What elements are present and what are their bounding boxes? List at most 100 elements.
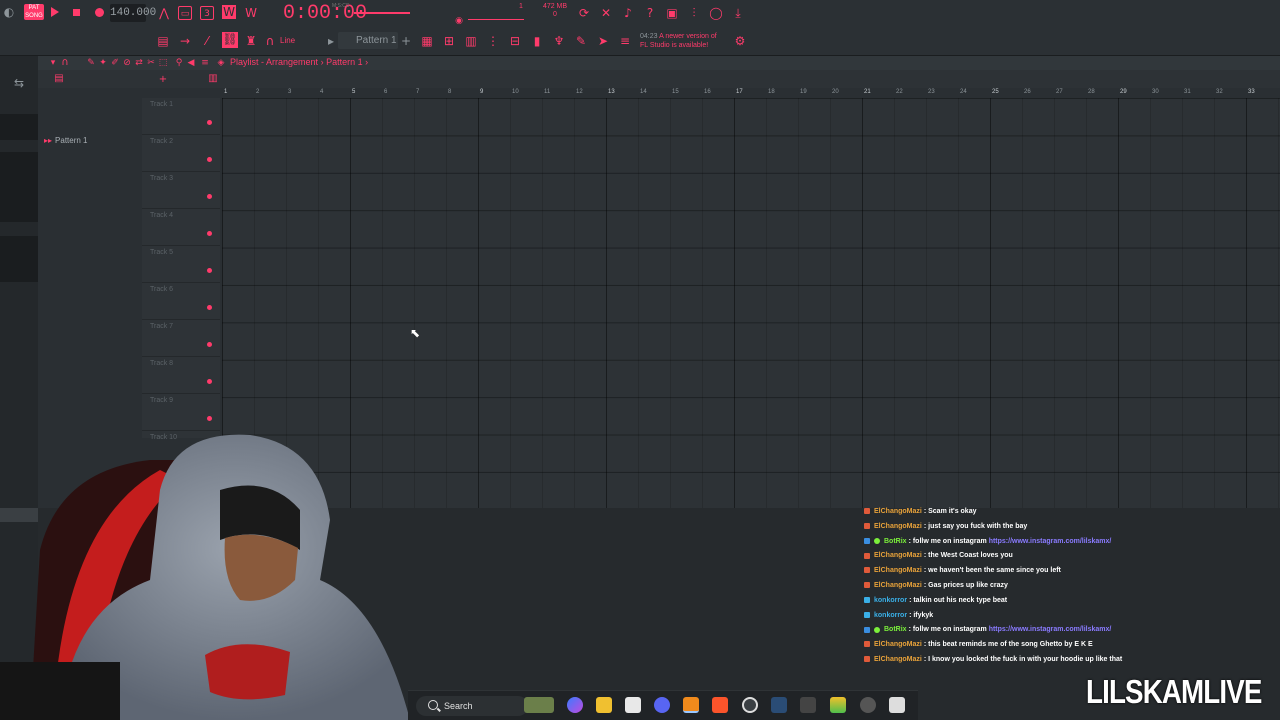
countdown-icon[interactable]: 3 [200,6,214,20]
help-icon[interactable]: ? [643,6,657,20]
pattern-selector[interactable]: Pattern 1 [338,32,398,49]
master-volume-slider[interactable] [354,12,410,14]
chat-icon[interactable]: ◯ [709,6,723,20]
steam-icon[interactable] [771,697,787,713]
pattern-add-icon[interactable]: + [399,34,413,48]
app-icon-3[interactable] [889,697,905,713]
chat-text: I know you locked the fuck in with your … [928,655,1123,663]
send-icon[interactable]: ➤ [596,34,610,48]
play-button[interactable] [51,7,59,17]
piano-roll-icon[interactable]: ⊞ [442,34,456,48]
script-icon[interactable]: ✎ [574,34,588,48]
record-button[interactable] [95,8,104,17]
arrow-right-icon[interactable]: → [178,34,192,48]
save-icon[interactable]: ▣ [665,6,679,20]
list-icon[interactable]: ≡ [618,34,632,48]
tools-icon[interactable]: ✕ [599,6,613,20]
track-header[interactable]: Track 4 [142,209,220,246]
track-header[interactable]: Track 7 [142,320,220,357]
chat-link[interactable]: https://www.instagram.com/lilskamx/ [989,626,1112,633]
draw-icon[interactable]: ⁄ [200,34,214,48]
pat-song-toggle[interactable]: PAT SONG [24,4,44,20]
stamp-icon[interactable]: ♜ [244,34,258,48]
bar-number: 9 [480,89,484,95]
bar-number: 14 [640,89,647,95]
chat-link[interactable]: https://www.instagram.com/lilskamx/ [989,538,1112,545]
snap-selector[interactable]: Line [280,36,295,45]
settings-gear-icon[interactable]: ⚙ [733,34,747,48]
breadcrumb-arrangement[interactable]: Playlist - Arrangement [230,57,318,67]
plugin-db-icon[interactable]: ▮ [530,34,544,48]
microphone-arm [0,662,120,720]
track-mute-led[interactable] [207,305,212,310]
file-explorer-icon[interactable] [596,697,612,713]
magnet-snap-icon[interactable]: ∩ [58,56,72,70]
menu-tool-icon[interactable]: ≡ [198,56,212,70]
pitch-knob-icon[interactable]: ◉ [452,14,466,28]
select-tool-icon[interactable]: ⬚ [156,56,170,70]
app-icon-2[interactable] [860,697,876,713]
browser-icon[interactable]: ⊟ [508,34,522,48]
breadcrumb-pattern[interactable]: Pattern 1 [326,57,363,67]
mouse-cursor-icon: ⬉ [410,326,421,340]
browser-toggle-icon[interactable]: ⇆ [12,76,26,90]
pattern-picker-icon[interactable]: ▤ [52,72,66,86]
fl-studio-icon[interactable] [683,697,699,713]
track-mute-led[interactable] [207,342,212,347]
step-edit-icon[interactable]: W [244,6,258,20]
plugin-picker-icon[interactable]: ♆ [552,34,566,48]
mixer-icon[interactable]: ⫶ [687,6,701,20]
track-mute-led[interactable] [207,268,212,273]
picker-item-pattern-1[interactable]: ▸▸ Pattern 1 [44,136,88,145]
track-mute-led[interactable] [207,194,212,199]
track-header[interactable]: Track 8 [142,357,220,394]
track-header[interactable]: Track 9 [142,394,220,431]
channel-rack-icon[interactable]: ▥ [464,34,478,48]
microphone-icon[interactable]: ♪ [621,6,635,20]
track-header[interactable]: Track 1 [142,98,220,135]
app-icon[interactable] [800,697,816,713]
obs-icon[interactable] [742,697,758,713]
playback-tool-icon[interactable]: ◀ [184,56,198,70]
timeline-menu-icon[interactable]: ▥ [206,72,220,86]
update-notice[interactable]: 04:23 A newer version of FL Studio is av… [640,32,717,50]
discord-icon[interactable] [654,697,670,713]
download-icon[interactable]: ⤓ [731,6,745,20]
taskbar-search[interactable]: Search [416,696,528,716]
loop-record-icon[interactable]: W [222,5,236,19]
track-header[interactable]: Track 3 [142,172,220,209]
wait-input-icon[interactable]: ▭ [178,6,192,20]
tempo-display[interactable]: 140.000 [110,4,156,22]
track-mute-led[interactable] [207,157,212,162]
pattern-prev-icon[interactable]: ▸ [324,34,338,48]
fl-menu-icon[interactable]: ◐ [2,5,16,19]
magnet-icon[interactable]: ∩ [263,34,277,48]
playlist-icon[interactable]: ▦ [420,34,434,48]
bluestacks-icon[interactable] [830,697,846,713]
widgets-icon[interactable] [524,697,554,713]
track-header[interactable]: Track 2 [142,135,220,172]
stop-button[interactable] [73,9,80,16]
arrange-icon[interactable]: ◈ [214,56,228,70]
link-icon[interactable]: ⛓ [222,32,238,48]
copilot-icon[interactable] [567,697,583,713]
metronome-icon[interactable]: ⋀ [157,6,171,20]
bar-number: 33 [1248,89,1255,95]
bar-number: 24 [960,89,967,95]
timeline-ruler[interactable]: 1 2 3 4 5 6 7 8 9 10 11 12 13 14 15 16 17 18 19 20 21 22 23 24 2… [222,88,1280,98]
mixer-view-icon[interactable]: ⋮ [486,34,500,48]
store-icon[interactable] [625,697,641,713]
track-mute-led[interactable] [207,379,212,384]
chat-text: just say you fuck with the bay [928,522,1028,530]
track-mute-led[interactable] [207,231,212,236]
track-mute-led[interactable] [207,120,212,125]
refresh-icon[interactable]: ⟳ [577,6,591,20]
track-header[interactable]: Track 6 [142,283,220,320]
view-playlist-icon[interactable]: ▤ [156,34,170,48]
track-header[interactable]: Track 5 [142,246,220,283]
brave-icon[interactable] [712,697,728,713]
track-mute-led[interactable] [207,416,212,421]
add-track-icon[interactable]: + [156,73,170,87]
bot-badge-icon [874,537,880,544]
master-pitch-slider[interactable] [468,19,524,20]
